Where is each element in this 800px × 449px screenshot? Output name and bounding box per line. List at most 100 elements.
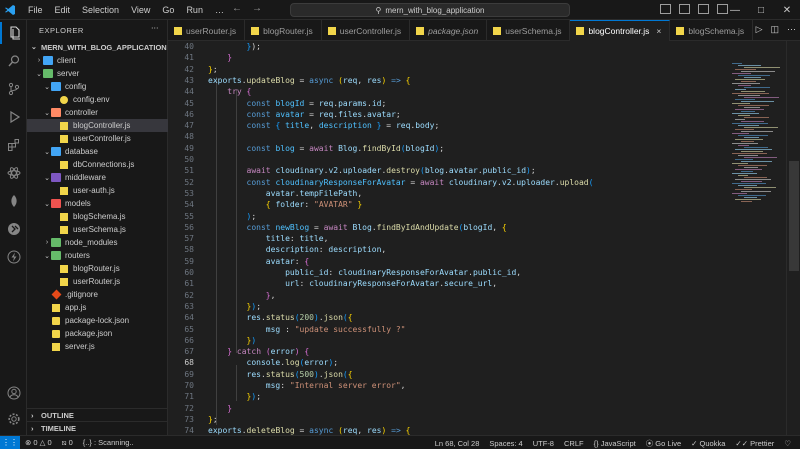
toggle-secondary-sidebar-icon[interactable] [698,4,709,14]
run-and-debug-icon[interactable] [0,106,27,128]
code-text: }); [208,302,261,311]
folder-item[interactable]: › node_modules [27,236,168,249]
indentation[interactable]: Spaces: 4 [484,439,527,448]
vertical-scrollbar[interactable] [786,41,800,435]
menu-item[interactable]: Edit [49,0,77,20]
close-tab-icon[interactable]: × [656,26,661,36]
minimize-icon[interactable]: — [722,5,748,16]
line-endings[interactable]: CRLF [559,439,589,448]
outline-section[interactable]: › OUTLINE [27,408,168,421]
problems-status[interactable]: ⊗ 0 △ 0 [20,438,57,447]
tree-item-label: dbConnections.js [73,160,135,169]
line-number: 66 [184,335,194,345]
code-text: }; [208,65,218,74]
folder-item[interactable]: › client [27,54,168,67]
minimap[interactable] [728,41,786,435]
account-icon[interactable] [0,382,27,404]
file-item[interactable]: package.json [27,327,168,340]
code-token: log [285,358,300,368]
timeline-section[interactable]: › TIMELINE [27,421,168,434]
quokka-button[interactable]: ✓ Quokka [686,439,730,448]
menu-item[interactable]: Run [180,0,209,20]
file-item[interactable]: config.env [27,93,168,106]
notifications-bell-icon[interactable]: ♡ [779,439,796,448]
ports-count: 0 [68,437,73,447]
editor-tab[interactable]: userSchema.js [487,20,571,41]
command-center[interactable]: ⚲ mern_with_blog_application [290,3,570,17]
code-text: exports.deleteBlog = async (req, res) =>… [208,426,410,435]
menu-more[interactable]: … [209,0,230,20]
search-icon[interactable] [0,50,27,72]
folder-item[interactable]: ⌄ routers [27,249,168,262]
file-item[interactable]: userRouter.js [27,275,168,288]
toggle-panel-icon[interactable] [679,4,690,14]
chevron-right-icon: › [45,239,49,246]
minimap-line [741,71,775,72]
file-item[interactable]: userSchema.js [27,223,168,236]
cursor-position[interactable]: Ln 68, Col 28 [430,439,485,448]
file-item[interactable]: user-auth.js [27,184,168,197]
react-icon[interactable] [0,162,27,184]
file-item[interactable]: blogRouter.js [27,262,168,275]
menu-item[interactable]: File [22,0,49,20]
scrollbar-thumb[interactable] [789,161,799,271]
forward-arrow-icon[interactable]: → [252,3,262,14]
file-item[interactable]: blogController.js [27,119,168,132]
editor-tab[interactable]: blogRouter.js [245,20,322,41]
menu-item[interactable]: Selection [76,0,125,20]
file-item[interactable]: dbConnections.js [27,158,168,171]
line-number: 57 [184,234,194,244]
folder-item[interactable]: ⌄ database [27,145,168,158]
folder-item[interactable]: ⌄ server [27,67,168,80]
layout-controls [660,4,728,14]
remote-explorer-icon[interactable] [0,218,27,240]
editor-tab[interactable]: blogController.js × [570,20,671,41]
code-editor[interactable]: 40 }); 41 } 42}; 43 exports.updateBlog = asy… [168,41,800,435]
task-status[interactable]: {..} : Scanning.. [78,438,139,447]
tab-label: blogController.js [588,26,650,36]
code-token: description [318,121,372,131]
ports-status[interactable]: ⧅ 0 [57,438,78,448]
encoding[interactable]: UTF-8 [528,439,559,448]
minimap-line [738,115,750,116]
env-file-icon [59,95,69,104]
language-mode[interactable]: {} JavaScript [589,439,641,448]
workspace-root[interactable]: ⌄ MERN_WITH_BLOG_APPLICATION [27,40,167,54]
file-item[interactable]: app.js [27,301,168,314]
extensions-icon[interactable] [0,134,27,156]
file-item[interactable]: userController.js [27,132,168,145]
file-item[interactable]: blogSchema.js [27,210,168,223]
source-control-icon[interactable] [0,78,27,100]
close-window-icon[interactable]: ✕ [774,5,800,16]
maximize-icon[interactable]: □ [748,5,774,16]
more-actions-icon[interactable]: ⋯ [787,24,796,35]
editor-tab[interactable]: userController.js [322,20,411,41]
code-token: findById [362,143,401,153]
folder-item[interactable]: ⌄ models [27,197,168,210]
explorer-icon[interactable] [0,22,27,44]
folder-item[interactable]: ⌄ config [27,80,168,93]
file-item[interactable]: package-lock.json [27,314,168,327]
file-item[interactable]: server.js [27,340,168,353]
code-text: const blogId = req.params.id; [208,99,387,108]
go-live-button[interactable]: ⦿ Go Live [641,438,686,449]
more-actions-icon[interactable]: ⋯ [151,23,159,32]
toggle-primary-sidebar-icon[interactable] [660,4,671,14]
menu-item[interactable]: View [125,0,156,20]
folder-item[interactable]: ⌄ middleware [27,171,168,184]
thunder-client-icon[interactable] [0,246,27,268]
file-item[interactable]: .gitignore [27,288,168,301]
mongodb-leaf-icon[interactable] [0,190,27,212]
run-icon[interactable]: ▷ [756,24,763,35]
manage-gear-icon[interactable] [0,408,27,430]
split-editor-icon[interactable]: ◫ [770,24,779,35]
editor-tab[interactable]: package.json [410,20,488,41]
remote-indicator-icon[interactable]: ⋮⋮ [0,435,20,449]
editor-tab[interactable]: userRouter.js [168,20,246,41]
prettier-button[interactable]: ✓✓ Prettier [730,439,779,448]
editor-tab[interactable]: blogSchema.js [670,20,754,41]
folder-item[interactable]: ⌄ controller [27,106,168,119]
back-arrow-icon[interactable]: ← [232,3,242,14]
menu-item[interactable]: Go [156,0,180,20]
code-token: avatar [265,188,295,198]
